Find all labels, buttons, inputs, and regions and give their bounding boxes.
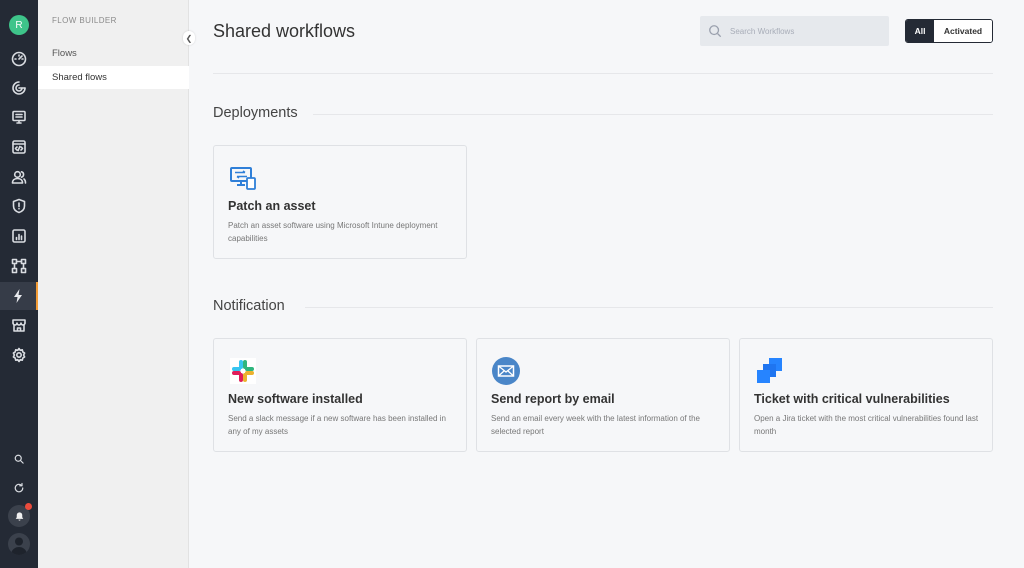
report-chart-icon [12, 229, 26, 243]
nav-reports[interactable] [0, 222, 38, 250]
nav-search[interactable] [0, 445, 38, 473]
chevron-left-icon: ❮ [185, 33, 193, 43]
nav-settings[interactable] [0, 341, 38, 369]
user-profile-button[interactable] [8, 533, 30, 555]
workflow-card-report-email[interactable]: Send report by email Send an email every… [476, 338, 730, 452]
section-title-deployments: Deployments [213, 105, 310, 121]
workflow-card-patch-asset[interactable]: Patch an asset Patch an asset software u… [213, 145, 467, 259]
email-icon [492, 357, 520, 385]
search-icon [14, 454, 24, 464]
section-divider [313, 114, 993, 115]
monitor-list-icon [12, 110, 26, 124]
lightning-icon [14, 289, 22, 303]
refresh-icon [14, 482, 24, 493]
bell-icon [15, 511, 23, 521]
header-divider [213, 73, 993, 74]
nav-store[interactable] [0, 311, 38, 339]
section-divider [305, 307, 993, 308]
sidebar-item-label: Flows [52, 48, 77, 59]
nav-dashboard[interactable] [0, 45, 38, 73]
filter-all-button[interactable]: All [906, 20, 934, 42]
shield-icon [12, 198, 26, 214]
nav-software[interactable] [0, 133, 38, 161]
microsoft-intune-icon [230, 167, 256, 190]
notification-badge [25, 503, 32, 510]
flow-builder-sidebar: FLOW BUILDER Flows Shared flows [38, 0, 189, 568]
notifications-button[interactable] [8, 503, 32, 527]
filter-toggle: All Activated [905, 19, 993, 43]
radar-icon [12, 81, 26, 95]
search-icon [709, 25, 722, 38]
card-title: Send report by email [491, 392, 615, 406]
nav-security[interactable] [0, 192, 38, 220]
section-title-notification: Notification [213, 298, 297, 314]
page-title: Shared workflows [213, 21, 356, 41]
sidebar-item-label: Shared flows [52, 72, 107, 83]
workspace-avatar[interactable]: R [9, 15, 29, 35]
nav-integrations[interactable] [0, 252, 38, 280]
workflow-card-jira-ticket[interactable]: Ticket with critical vulnerabilities Ope… [739, 338, 993, 452]
card-description: Open a Jira ticket with the most critica… [754, 414, 979, 436]
store-icon [12, 319, 26, 332]
card-description: Patch an asset software using Microsoft … [228, 221, 438, 243]
card-description: Send a slack message if a new software h… [228, 414, 446, 436]
gear-icon [12, 347, 26, 363]
nav-refresh[interactable] [0, 474, 38, 502]
sidebar-item-flows[interactable]: Flows [38, 42, 189, 65]
sidebar-section-label: FLOW BUILDER [52, 16, 117, 25]
search-box[interactable] [700, 16, 889, 46]
nav-flow-builder[interactable] [0, 282, 38, 310]
user-avatar-icon [11, 537, 27, 555]
card-title: New software installed [228, 392, 363, 406]
nav-users[interactable] [0, 163, 38, 191]
nav-rail: R [0, 0, 38, 568]
integrations-icon [11, 258, 27, 274]
users-icon [11, 170, 27, 184]
code-window-icon [12, 140, 26, 154]
search-input[interactable] [730, 26, 880, 36]
nav-radar[interactable] [0, 74, 38, 102]
slack-icon [230, 358, 256, 384]
card-title: Patch an asset [228, 199, 316, 213]
card-description: Send an email every week with the latest… [491, 414, 700, 436]
card-title: Ticket with critical vulnerabilities [754, 392, 950, 406]
jira-icon [757, 358, 782, 383]
collapse-sidebar-button[interactable]: ❮ [183, 31, 195, 45]
dashboard-icon [11, 51, 27, 67]
filter-activated-button[interactable]: Activated [934, 20, 992, 42]
sidebar-item-shared-flows[interactable]: Shared flows [38, 66, 189, 89]
nav-assets[interactable] [0, 103, 38, 131]
workflow-card-new-software[interactable]: New software installed Send a slack mess… [213, 338, 467, 452]
